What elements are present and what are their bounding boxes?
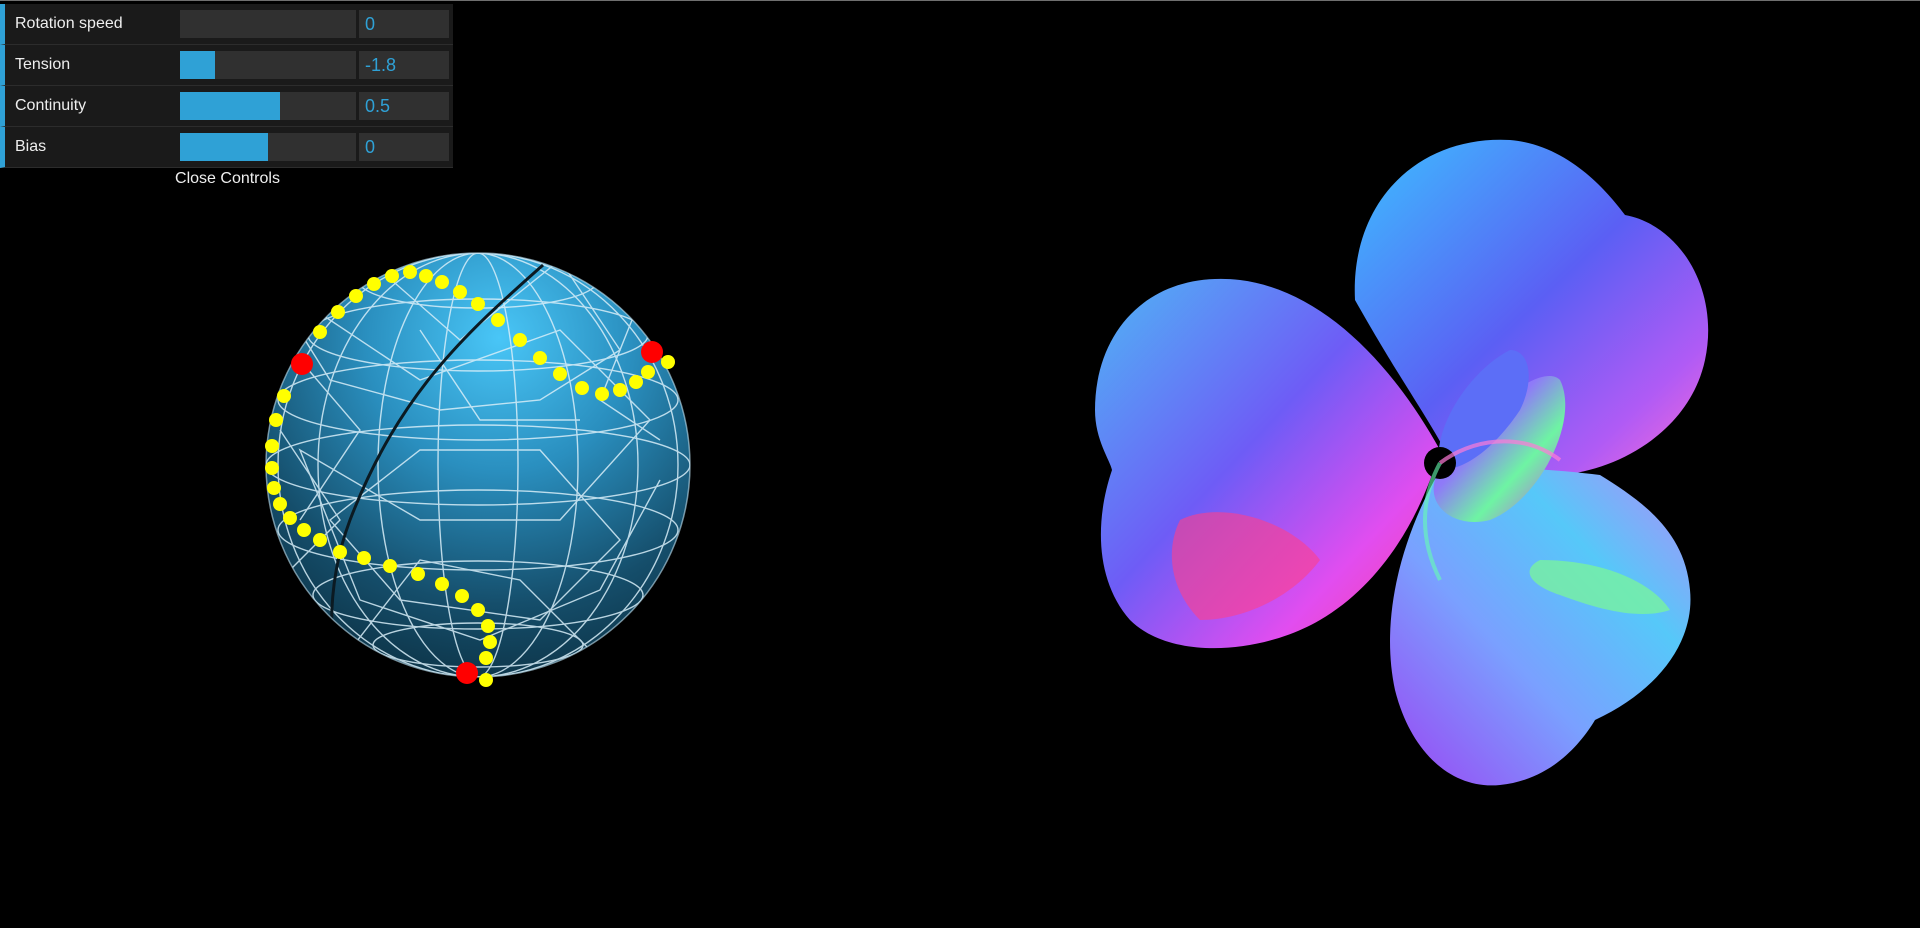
tension-input[interactable]	[359, 51, 449, 79]
spline-point	[383, 559, 397, 573]
spline-point	[641, 365, 655, 379]
spline-point	[661, 355, 675, 369]
spline-point	[273, 497, 287, 511]
spline-point	[491, 313, 505, 327]
normal-shaded-knot	[1095, 139, 1709, 786]
spline-point	[265, 439, 279, 453]
spline-point	[629, 375, 643, 389]
spline-point	[411, 567, 425, 581]
slider-fill	[180, 92, 281, 120]
rotation-speed-label: Rotation speed	[15, 15, 123, 32]
control-row-rotation-speed: Rotation speed	[0, 4, 453, 45]
spline-point	[313, 533, 327, 547]
spline-point	[595, 387, 609, 401]
spline-point	[297, 523, 311, 537]
spline-point	[269, 413, 283, 427]
spline-point	[453, 285, 467, 299]
spline-point	[331, 305, 345, 319]
bias-label: Bias	[15, 138, 47, 155]
spline-point	[483, 635, 497, 649]
spline-point	[513, 333, 527, 347]
tension-slider[interactable]	[180, 51, 356, 79]
tension-label: Tension	[15, 56, 71, 73]
spline-point	[277, 389, 291, 403]
control-row-bias: Bias	[0, 127, 453, 168]
spline-point	[533, 351, 547, 365]
spline-point	[357, 551, 371, 565]
slider-fill	[180, 51, 216, 79]
spline-point	[313, 325, 327, 339]
spline-point	[349, 289, 363, 303]
control-row-continuity: Continuity	[0, 86, 453, 127]
close-controls-button[interactable]: Close Controls	[0, 170, 455, 188]
continuity-slider[interactable]	[180, 92, 356, 120]
spline-point	[613, 383, 627, 397]
spline-point	[267, 481, 281, 495]
continuity-input[interactable]	[359, 92, 449, 120]
controls-panel: Rotation speed Tension Continuity Bias	[0, 4, 453, 168]
bias-input[interactable]	[359, 133, 449, 161]
spline-point	[575, 381, 589, 395]
spline-point	[333, 545, 347, 559]
spline-point	[481, 619, 495, 633]
spline-point	[367, 277, 381, 291]
spline-point	[553, 367, 567, 381]
slider-fill	[180, 133, 268, 161]
rotation-speed-slider[interactable]	[180, 10, 356, 38]
spline-point	[471, 297, 485, 311]
continuity-label: Continuity	[15, 97, 87, 114]
spline-point	[435, 275, 449, 289]
spline-point	[265, 461, 279, 475]
spline-point	[471, 603, 485, 617]
spline-point	[479, 651, 493, 665]
spline-point	[435, 577, 449, 591]
bias-slider[interactable]	[180, 133, 356, 161]
spline-point	[283, 511, 297, 525]
rotation-speed-input[interactable]	[359, 10, 449, 38]
spline-point	[385, 269, 399, 283]
spline-point	[419, 269, 433, 283]
spline-point	[479, 673, 493, 687]
spline-point	[403, 265, 417, 279]
control-row-tension: Tension	[0, 45, 453, 86]
spline-point	[455, 589, 469, 603]
